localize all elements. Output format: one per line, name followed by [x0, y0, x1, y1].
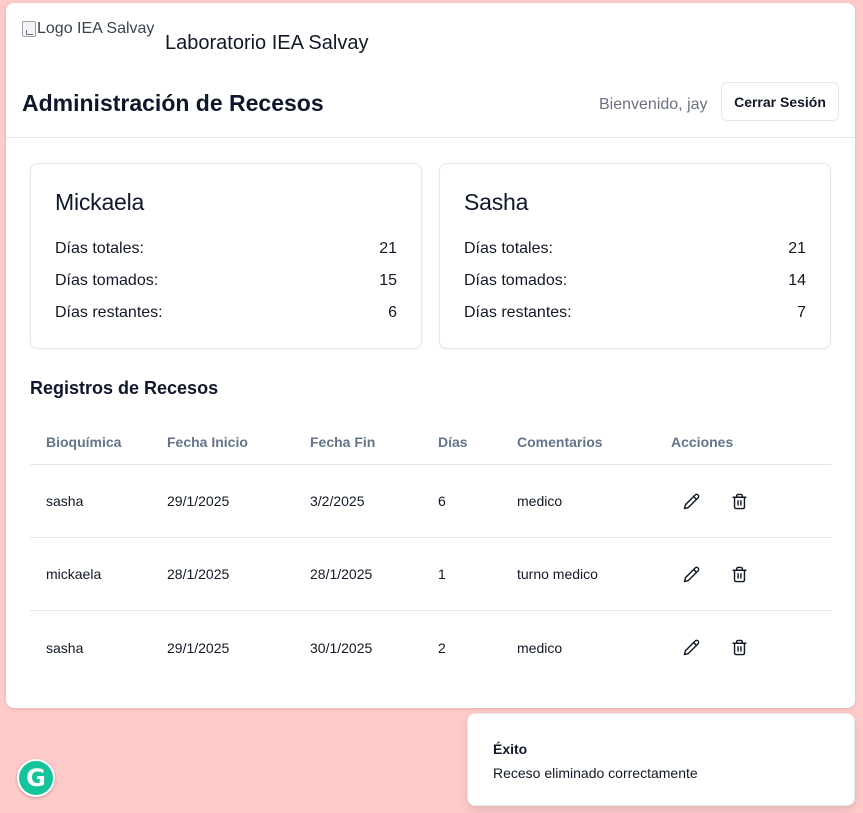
summary-card-sasha: Sasha Días totales: 21 Días tomados: 14 …: [439, 163, 831, 349]
summary-value: 21: [788, 240, 806, 257]
success-toast[interactable]: Éxito Receso eliminado correctamente: [467, 713, 855, 806]
summary-name: Sasha: [464, 189, 529, 215]
summary-value: 6: [388, 304, 397, 321]
toast-title: Éxito: [493, 741, 528, 757]
broken-image-icon: [22, 21, 36, 37]
grammarly-icon[interactable]: G: [17, 759, 55, 797]
table-header: Bioquímica Fecha Inicio Fecha Fin Días C…: [30, 419, 831, 465]
summary-label: Días totales:: [464, 240, 553, 257]
records-title: Registros de Recesos: [30, 378, 219, 398]
edit-button[interactable]: [678, 635, 704, 661]
main-card: Logo IEA Salvay Laboratorio IEA Salvay A…: [6, 3, 855, 708]
summary-row-remaining: Días restantes: 7: [464, 304, 806, 322]
delete-button[interactable]: [726, 488, 752, 514]
summary-row-remaining: Días restantes: 6: [55, 304, 397, 322]
column-header: Bioquímica: [46, 433, 122, 450]
logo: Logo IEA Salvay: [22, 20, 154, 38]
summary-label: Días restantes:: [464, 304, 572, 321]
summary-row-taken: Días tomados: 14: [464, 272, 806, 290]
table-row: mickaela 28/1/2025 28/1/2025 1 turno med…: [30, 538, 831, 611]
table-row: sasha 29/1/2025 30/1/2025 2 medico: [30, 611, 831, 684]
delete-button[interactable]: [726, 561, 752, 587]
summary-label: Días totales:: [55, 240, 144, 257]
cell-fecha-fin: 3/2/2025: [310, 493, 365, 509]
table-row: sasha 29/1/2025 3/2/2025 6 medico: [30, 465, 831, 538]
logo-alt-text: Logo IEA Salvay: [37, 20, 155, 37]
cell-fecha-fin: 30/1/2025: [310, 639, 373, 656]
summary-row-taken: Días tomados: 15: [55, 272, 397, 290]
summary-card-mickaela: Mickaela Días totales: 21 Días tomados: …: [30, 163, 422, 349]
toast-message: Receso eliminado correctamente: [493, 765, 698, 781]
trash-icon: [731, 566, 747, 582]
cell-comentarios: turno medico: [517, 566, 598, 582]
summary-label: Días tomados:: [464, 272, 568, 289]
column-header: Fecha Fin: [310, 433, 376, 450]
trash-icon: [731, 493, 747, 509]
summary-value: 14: [788, 272, 806, 289]
summary-value: 21: [379, 240, 397, 257]
welcome-text: Bienvenido, jay: [599, 96, 708, 113]
cell-comentarios: medico: [517, 493, 563, 509]
delete-button[interactable]: [726, 635, 752, 661]
column-header: Fecha Inicio: [167, 433, 248, 450]
summary-label: Días tomados:: [55, 272, 159, 289]
cell-bioquimica: mickaela: [46, 566, 102, 582]
summary-label: Días restantes:: [55, 304, 163, 321]
edit-button[interactable]: [678, 561, 704, 587]
cell-bioquimica: sasha: [46, 639, 84, 656]
header-divider: [6, 137, 855, 138]
logout-button[interactable]: Cerrar Sesión: [721, 82, 839, 121]
pencil-icon: [683, 493, 699, 509]
summary-row-total: Días totales: 21: [464, 240, 806, 258]
cell-fecha-inicio: 28/1/2025: [167, 566, 230, 582]
cell-fecha-fin: 28/1/2025: [310, 566, 373, 582]
cell-dias: 1: [438, 566, 446, 582]
column-header: Días: [438, 433, 468, 450]
page-title: Administración de Recesos: [22, 90, 324, 116]
pencil-icon: [683, 639, 699, 656]
cell-bioquimica: sasha: [46, 493, 84, 509]
pencil-icon: [683, 566, 699, 582]
edit-button[interactable]: [678, 488, 704, 514]
grammarly-glyph: G: [26, 764, 46, 792]
column-header: Acciones: [671, 433, 734, 450]
summary-value: 7: [797, 304, 806, 321]
records-table: Bioquímica Fecha Inicio Fecha Fin Días C…: [30, 419, 831, 684]
cell-fecha-inicio: 29/1/2025: [167, 639, 230, 656]
column-header: Comentarios: [517, 433, 603, 450]
lab-name: Laboratorio IEA Salvay: [165, 32, 369, 54]
cell-fecha-inicio: 29/1/2025: [167, 493, 230, 509]
summary-value: 15: [379, 272, 397, 289]
summary-row-total: Días totales: 21: [55, 240, 397, 258]
cell-comentarios: medico: [517, 639, 563, 656]
summary-name: Mickaela: [55, 189, 145, 215]
trash-icon: [731, 639, 747, 656]
cell-dias: 2: [438, 639, 446, 656]
cell-dias: 6: [438, 493, 446, 509]
